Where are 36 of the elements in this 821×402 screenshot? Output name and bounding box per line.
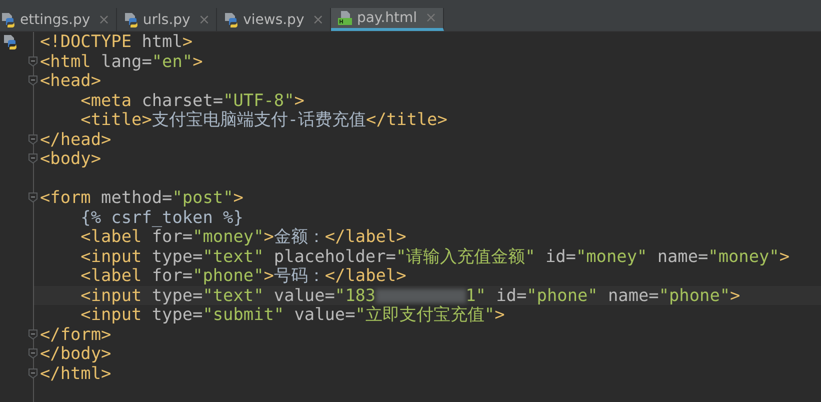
fold-marker-icon[interactable] — [28, 348, 38, 360]
editor-tab[interactable]: views.py × — [217, 8, 331, 31]
code-line: </head> — [40, 130, 112, 149]
fold-marker-icon[interactable] — [28, 192, 38, 204]
code-line: </html> — [40, 364, 112, 383]
code-line: <!DOCTYPE html> — [40, 32, 194, 52]
fold-marker-icon[interactable] — [28, 328, 38, 340]
code-line: <html lang="en"> — [40, 52, 204, 71]
python-logo-icon — [2, 34, 18, 50]
fold-marker-icon[interactable] — [28, 56, 38, 67]
close-tab-icon[interactable]: × — [198, 12, 210, 28]
close-tab-icon[interactable]: × — [98, 12, 110, 28]
code-line: <input type="submit" value="立即支付宝充值"> — [80, 305, 506, 324]
code-line: <label for="money">金额：</label> — [80, 227, 408, 246]
code-line: <input type="text" placeholder="请输入充值金额" id="money" name="money"> — [80, 246, 791, 266]
python-file-icon — [223, 12, 240, 28]
code-line: <title>支付宝电脑端支付-话费充值</title> — [80, 110, 448, 130]
fold-marker-icon[interactable] — [28, 134, 38, 145]
html-file-icon — [336, 10, 353, 26]
editor-tab[interactable]: pay.html × — [330, 8, 444, 31]
python-file-icon — [0, 12, 16, 28]
fold-marker-icon[interactable] — [28, 153, 38, 164]
code-line: </form> — [40, 324, 112, 344]
editor-tab[interactable]: urls.py × — [116, 8, 218, 31]
code-line: </body> — [40, 344, 112, 364]
fold-marker-icon[interactable] — [28, 368, 38, 379]
fold-marker-icon[interactable] — [28, 75, 38, 86]
code-line: <head> — [40, 71, 102, 90]
code-line: <body> — [40, 149, 102, 168]
code-line: <form method="post"> — [40, 188, 244, 208]
close-tab-icon[interactable]: × — [312, 12, 324, 28]
editor-tab[interactable]: ettings.py × — [0, 8, 117, 31]
code-line: <label for="phone">号码：</label> — [80, 266, 408, 286]
code-line: {% csrf_token %} — [80, 208, 244, 227]
python-file-icon — [122, 12, 139, 28]
code-line: <meta charset="UTF-8"> — [80, 90, 306, 110]
